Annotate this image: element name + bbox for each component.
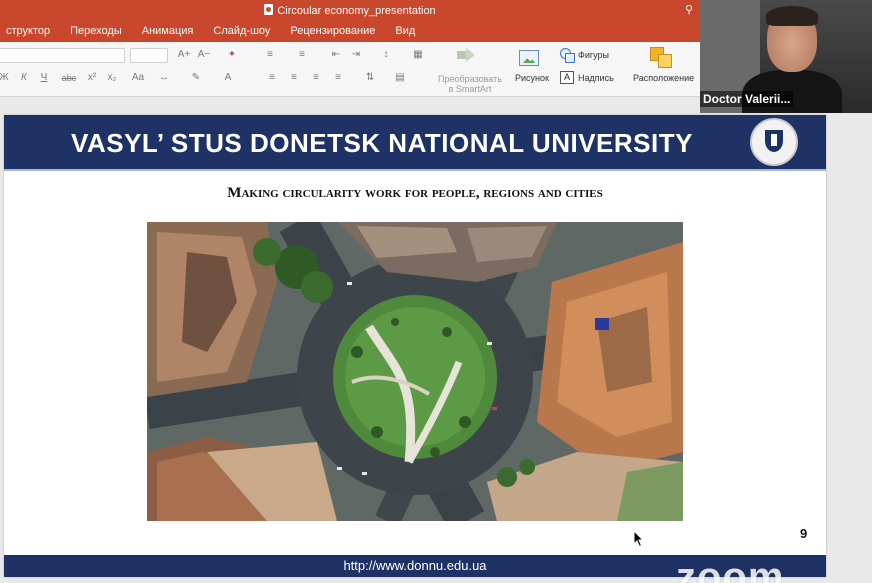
line-spacing-icon[interactable]: ↕ (378, 48, 394, 62)
columns-icon[interactable]: ▦ (410, 48, 426, 62)
font-size-select[interactable] (130, 48, 168, 63)
decrease-indent-icon[interactable]: ⇤ (328, 48, 344, 62)
text-direction-icon[interactable]: ⇅ (362, 71, 378, 85)
justify-icon[interactable]: ≡ (330, 71, 346, 85)
webcam-video-tile: Doctor Valerii... (700, 0, 872, 113)
arrange-button[interactable]: Расположение (633, 73, 694, 83)
tab-review[interactable]: Рецензирование (280, 23, 385, 40)
align-left-icon[interactable]: ≡ (264, 71, 280, 85)
university-crest-logo (750, 118, 798, 166)
university-title: VASYL’ STUS DONETSK NATIONAL UNIVERSITY (71, 128, 693, 158)
document-title: Circoular economy_presentation (277, 5, 436, 17)
clear-format-icon[interactable]: ✦ (224, 48, 240, 62)
tab-transitions[interactable]: Переходы (60, 23, 132, 40)
bullets-icon[interactable]: ≡ (262, 48, 278, 62)
italic-button[interactable]: К (16, 71, 32, 85)
search-icon[interactable]: ⚲ (682, 3, 696, 17)
subscript-button[interactable]: x₂ (104, 71, 120, 85)
smartart-label-line2: в SmartArt (448, 84, 492, 94)
char-spacing-icon[interactable]: ↔ (156, 71, 172, 85)
app-title-bar: Circoular economy_presentation ⚲ структо… (0, 0, 700, 42)
header-stripe (4, 169, 826, 171)
slide[interactable]: VASYL’ STUS DONETSK NATIONAL UNIVERSITY … (4, 115, 826, 577)
align-text-icon[interactable]: ▤ (392, 71, 408, 85)
numbering-icon[interactable]: ≡ (294, 48, 310, 62)
decrease-font-button[interactable]: A− (196, 48, 212, 62)
participant-name: Doctor Valerii... (700, 91, 794, 107)
ribbon-toolbar: A+ A− ✦ Ж К Ч abc x² x₂ Aa ↔ ✎ A ≡ ≡ ⇤ ⇥… (0, 42, 700, 97)
increase-font-button[interactable]: A+ (176, 48, 192, 62)
window-title: Circoular economy_presentation (0, 4, 700, 17)
shapes-icon[interactable] (560, 48, 575, 63)
underline-button[interactable]: Ч (36, 71, 52, 85)
font-family-select[interactable] (0, 48, 125, 63)
participant-hair (766, 6, 818, 26)
bold-button[interactable]: Ж (0, 71, 12, 85)
tab-view[interactable]: Вид (385, 23, 425, 40)
slide-number: 9 (800, 526, 808, 541)
change-case-button[interactable]: Aa (128, 71, 148, 85)
superscript-button[interactable]: x² (84, 71, 100, 85)
tab-animations[interactable]: Анимация (132, 23, 204, 40)
picture-icon[interactable] (519, 50, 539, 66)
slide-header-banner: VASYL’ STUS DONETSK NATIONAL UNIVERSITY (4, 115, 826, 171)
mouse-cursor-icon (633, 530, 645, 548)
smartart-icon[interactable] (457, 48, 477, 62)
powerpoint-doc-icon (264, 4, 274, 15)
strikethrough-button[interactable]: abc (58, 71, 80, 85)
aerial-roundabout-photo[interactable] (147, 222, 683, 521)
smartart-label-line1: Преобразовать (438, 74, 502, 84)
textbox-icon[interactable]: A (560, 71, 574, 84)
tab-slideshow[interactable]: Слайд-шоу (203, 23, 280, 40)
screen: Circoular economy_presentation ⚲ структо… (0, 0, 872, 583)
slide-subtitle: Making circularity work for people, regi… (227, 185, 603, 201)
align-right-icon[interactable]: ≡ (308, 71, 324, 85)
picture-button[interactable]: Рисунок (515, 73, 549, 83)
aerial-photo-illustration (147, 222, 683, 521)
font-color-button[interactable]: A (220, 71, 236, 85)
arrange-icon[interactable] (650, 47, 672, 68)
ribbon-tabs: структор Переходы Анимация Слайд-шоу Рец… (0, 23, 425, 40)
highlight-icon[interactable]: ✎ (188, 71, 204, 85)
increase-indent-icon[interactable]: ⇥ (348, 48, 364, 62)
textbox-button[interactable]: Надпись (578, 73, 614, 83)
tab-design[interactable]: структор (0, 23, 60, 40)
shapes-button[interactable]: Фигуры (578, 50, 609, 60)
convert-to-smartart-button[interactable]: Преобразовать в SmartArt (434, 74, 506, 94)
zoom-watermark: zoom (676, 555, 785, 583)
align-center-icon[interactable]: ≡ (286, 71, 302, 85)
